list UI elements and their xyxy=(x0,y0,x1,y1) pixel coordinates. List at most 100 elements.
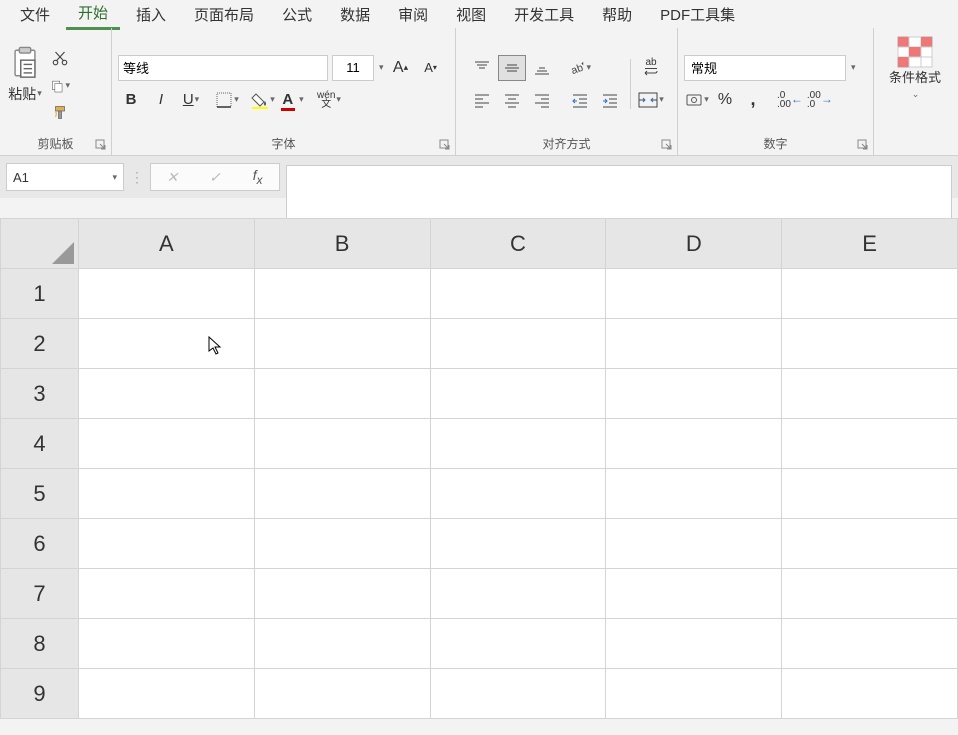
borders-button[interactable]: ▾ xyxy=(214,87,240,113)
select-all-corner[interactable] xyxy=(1,219,79,269)
row-header[interactable]: 3 xyxy=(1,369,79,419)
menu-home[interactable]: 开始 xyxy=(66,0,120,30)
cell[interactable] xyxy=(254,669,430,719)
font-color-button[interactable]: A ▾ xyxy=(280,87,306,113)
cell[interactable] xyxy=(606,569,782,619)
cell[interactable] xyxy=(78,619,254,669)
merge-center-button[interactable]: ▾ xyxy=(637,87,665,113)
cell[interactable] xyxy=(430,319,606,369)
cell[interactable] xyxy=(430,269,606,319)
menu-file[interactable]: 文件 xyxy=(8,0,62,29)
clipboard-launcher[interactable] xyxy=(95,139,107,151)
cell[interactable] xyxy=(78,269,254,319)
number-launcher[interactable] xyxy=(857,139,869,151)
row-header[interactable]: 9 xyxy=(1,669,79,719)
column-header[interactable]: B xyxy=(254,219,430,269)
cell[interactable] xyxy=(78,469,254,519)
cell[interactable] xyxy=(430,369,606,419)
increase-font-button[interactable]: A▴ xyxy=(388,55,414,81)
cell[interactable] xyxy=(782,469,958,519)
menu-formulas[interactable]: 公式 xyxy=(270,0,324,29)
font-launcher[interactable] xyxy=(439,139,451,151)
row-header[interactable]: 6 xyxy=(1,519,79,569)
bold-button[interactable]: B xyxy=(118,87,144,113)
cell[interactable] xyxy=(254,419,430,469)
decrease-indent-button[interactable] xyxy=(566,87,594,113)
cell[interactable] xyxy=(254,269,430,319)
italic-button[interactable]: I xyxy=(148,87,174,113)
cell[interactable] xyxy=(430,519,606,569)
align-middle-button[interactable] xyxy=(498,55,526,81)
align-right-button[interactable] xyxy=(528,87,556,113)
cell[interactable] xyxy=(78,319,254,369)
paste-button[interactable]: 粘贴▾ xyxy=(6,44,44,104)
cell[interactable] xyxy=(254,319,430,369)
cell[interactable] xyxy=(254,569,430,619)
menu-help[interactable]: 帮助 xyxy=(590,0,644,29)
cell[interactable] xyxy=(430,569,606,619)
cell[interactable] xyxy=(782,569,958,619)
align-bottom-button[interactable] xyxy=(528,55,556,81)
cell[interactable] xyxy=(430,619,606,669)
comma-button[interactable]: , xyxy=(740,87,766,113)
column-header[interactable]: C xyxy=(430,219,606,269)
row-header[interactable]: 2 xyxy=(1,319,79,369)
cell[interactable] xyxy=(78,419,254,469)
cell[interactable] xyxy=(782,319,958,369)
conditional-format-button[interactable]: 条件格式⌄ xyxy=(880,32,950,106)
menu-data[interactable]: 数据 xyxy=(328,0,382,29)
column-header[interactable]: E xyxy=(782,219,958,269)
column-header[interactable]: A xyxy=(78,219,254,269)
format-painter-button[interactable] xyxy=(50,104,70,124)
copy-button[interactable]: ▾ xyxy=(50,76,70,96)
cell[interactable] xyxy=(254,619,430,669)
cell[interactable] xyxy=(254,469,430,519)
row-header[interactable]: 1 xyxy=(1,269,79,319)
menu-review[interactable]: 审阅 xyxy=(386,0,440,29)
wrap-text-button[interactable]: ab xyxy=(637,55,665,81)
row-header[interactable]: 4 xyxy=(1,419,79,469)
phonetic-guide-button[interactable]: wén文 ▾ xyxy=(316,87,342,113)
chevron-down-icon[interactable]: ▾ xyxy=(851,62,856,73)
cell[interactable] xyxy=(430,669,606,719)
cell[interactable] xyxy=(606,269,782,319)
increase-decimal-button[interactable]: .0.00← xyxy=(776,87,804,113)
name-box[interactable]: A1 ▾ xyxy=(6,163,124,191)
decrease-decimal-button[interactable]: .00.0→ xyxy=(806,87,834,113)
cell[interactable] xyxy=(782,519,958,569)
cell[interactable] xyxy=(606,369,782,419)
cut-button[interactable] xyxy=(50,48,70,68)
alignment-launcher[interactable] xyxy=(661,139,673,151)
menu-pdf-tools[interactable]: PDF工具集 xyxy=(648,0,747,29)
underline-button[interactable]: U▾ xyxy=(178,87,204,113)
cell[interactable] xyxy=(78,369,254,419)
cell[interactable] xyxy=(606,519,782,569)
font-size-select[interactable] xyxy=(332,55,374,81)
row-header[interactable]: 8 xyxy=(1,619,79,669)
cell[interactable] xyxy=(254,369,430,419)
align-left-button[interactable] xyxy=(468,87,496,113)
cell[interactable] xyxy=(606,619,782,669)
orientation-button[interactable]: ab▾ xyxy=(566,55,594,81)
row-header[interactable]: 7 xyxy=(1,569,79,619)
align-center-button[interactable] xyxy=(498,87,526,113)
cell[interactable] xyxy=(606,319,782,369)
cell[interactable] xyxy=(78,519,254,569)
cell[interactable] xyxy=(606,419,782,469)
cell[interactable] xyxy=(782,269,958,319)
percent-button[interactable]: % xyxy=(712,87,738,113)
cell[interactable] xyxy=(782,419,958,469)
chevron-down-icon[interactable]: ▾ xyxy=(112,172,117,183)
cell[interactable] xyxy=(606,669,782,719)
cell[interactable] xyxy=(78,569,254,619)
font-name-select[interactable] xyxy=(118,55,328,81)
decrease-font-button[interactable]: A▾ xyxy=(418,55,444,81)
cell[interactable] xyxy=(606,469,782,519)
formula-input[interactable] xyxy=(286,165,952,219)
cell[interactable] xyxy=(782,369,958,419)
fx-button[interactable]: fx xyxy=(246,167,270,187)
cell[interactable] xyxy=(430,469,606,519)
currency-button[interactable]: ▾ xyxy=(684,87,710,113)
cell[interactable] xyxy=(782,619,958,669)
fill-color-button[interactable]: ▾ xyxy=(250,87,276,113)
